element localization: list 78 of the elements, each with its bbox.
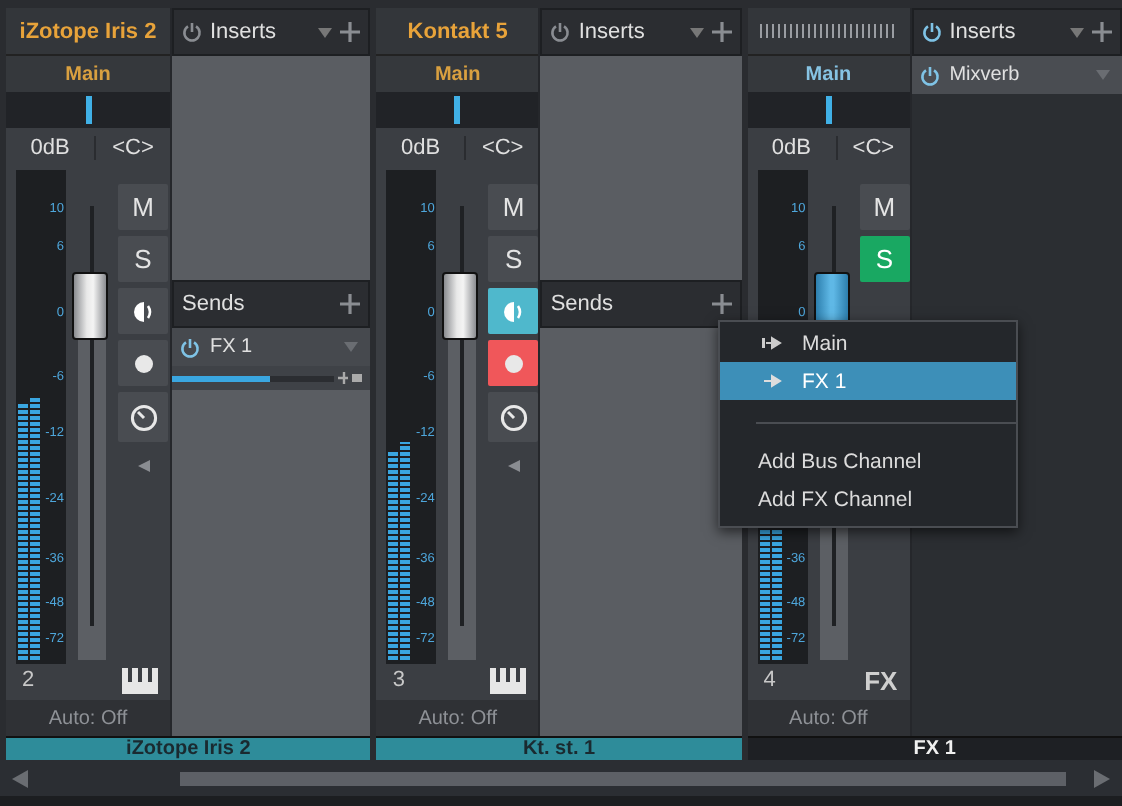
record-icon bbox=[133, 353, 153, 373]
pan-marker-icon bbox=[454, 96, 461, 124]
channel-number: 4 bbox=[763, 668, 776, 692]
pan-value[interactable]: <C> bbox=[96, 135, 170, 159]
output-selector[interactable]: Main bbox=[6, 56, 170, 92]
output-selector[interactable]: Main bbox=[376, 56, 539, 92]
scroll-right-icon[interactable] bbox=[1094, 769, 1110, 787]
dial-icon bbox=[499, 403, 528, 431]
dial-icon bbox=[129, 403, 157, 431]
channel-label[interactable]: iZotope Iris 2 bbox=[6, 736, 371, 760]
send-level-slider[interactable] bbox=[172, 375, 335, 381]
dropdown-icon[interactable] bbox=[1070, 27, 1085, 37]
record-button[interactable] bbox=[488, 340, 539, 386]
pan-value[interactable]: <C> bbox=[837, 135, 910, 159]
speaker-icon bbox=[501, 299, 526, 323]
automation-button[interactable] bbox=[488, 392, 539, 442]
solo-button[interactable]: S bbox=[118, 236, 168, 282]
mute-button[interactable]: M bbox=[488, 184, 539, 230]
monitor-button[interactable] bbox=[488, 288, 539, 334]
channel-label[interactable]: Kt. st. 1 bbox=[376, 736, 742, 760]
pre-post-icon[interactable] bbox=[338, 370, 367, 386]
record-button[interactable] bbox=[118, 340, 168, 386]
pan-marker-icon bbox=[825, 96, 832, 124]
record-icon bbox=[503, 353, 524, 373]
mute-button[interactable]: M bbox=[118, 184, 168, 230]
send-item[interactable]: FX 1 bbox=[172, 328, 371, 366]
keyboard-icon bbox=[490, 667, 527, 693]
insert-item[interactable]: Mixverb bbox=[911, 56, 1122, 94]
power-icon[interactable] bbox=[550, 22, 571, 42]
automation-mode[interactable]: Auto: Off bbox=[6, 700, 170, 736]
fader-handle[interactable] bbox=[442, 271, 479, 340]
inserts-title: Inserts bbox=[210, 20, 279, 44]
volume-value[interactable]: 0dB bbox=[6, 135, 96, 159]
power-icon[interactable] bbox=[180, 337, 200, 357]
route-arrow-icon bbox=[762, 336, 782, 350]
channel-name[interactable]: Kontakt 5 bbox=[376, 8, 539, 56]
power-icon[interactable] bbox=[182, 22, 202, 42]
channel-number: 3 bbox=[392, 668, 405, 692]
send-arrow-icon bbox=[762, 374, 782, 388]
mute-button[interactable]: M bbox=[859, 184, 910, 230]
volume-value[interactable]: 0dB bbox=[747, 135, 838, 159]
scrollbar-thumb[interactable] bbox=[180, 771, 1066, 785]
menu-item[interactable]: Add Bus Channel bbox=[720, 442, 1016, 480]
add-icon[interactable] bbox=[711, 294, 732, 314]
channel-number: 2 bbox=[22, 668, 35, 692]
automation-button[interactable] bbox=[118, 392, 168, 442]
keyboard-icon bbox=[122, 667, 158, 693]
speaker-icon bbox=[131, 299, 155, 323]
add-icon[interactable] bbox=[1092, 22, 1113, 42]
solo-button[interactable]: S bbox=[488, 236, 539, 282]
pan-value[interactable]: <C> bbox=[466, 135, 539, 159]
sends-title: Sends bbox=[182, 292, 247, 316]
power-icon[interactable] bbox=[921, 22, 942, 42]
sends-title: Sends bbox=[550, 292, 616, 316]
channel-label[interactable]: FX 1 bbox=[747, 736, 1122, 760]
menu-item[interactable]: Main bbox=[720, 324, 1016, 362]
channel-name[interactable]: iZotope Iris 2 bbox=[6, 8, 170, 56]
output-selector[interactable]: Main bbox=[747, 56, 910, 92]
expand-arrow-icon[interactable] bbox=[505, 458, 522, 474]
pan-marker-icon bbox=[85, 96, 91, 124]
scroll-left-icon[interactable] bbox=[12, 769, 28, 787]
add-icon[interactable] bbox=[340, 22, 361, 42]
channel-type-label: FX bbox=[864, 665, 898, 695]
automation-mode[interactable]: Auto: Off bbox=[747, 700, 910, 736]
dropdown-icon[interactable] bbox=[318, 27, 333, 37]
menu-item[interactable]: Add FX Channel bbox=[720, 480, 1016, 518]
dropdown-icon[interactable] bbox=[689, 27, 704, 37]
fader-handle[interactable] bbox=[72, 271, 108, 340]
add-icon[interactable] bbox=[711, 22, 732, 42]
monitor-button[interactable] bbox=[118, 288, 168, 334]
automation-mode[interactable]: Auto: Off bbox=[376, 700, 539, 736]
inserts-title: Inserts bbox=[578, 20, 647, 44]
expand-arrow-icon[interactable] bbox=[135, 458, 151, 474]
add-icon[interactable] bbox=[340, 294, 361, 314]
inserts-title: Inserts bbox=[949, 20, 1018, 44]
volume-value[interactable]: 0dB bbox=[376, 135, 467, 159]
power-icon[interactable] bbox=[919, 65, 940, 85]
menu-item[interactable]: FX 1 bbox=[720, 362, 1016, 400]
